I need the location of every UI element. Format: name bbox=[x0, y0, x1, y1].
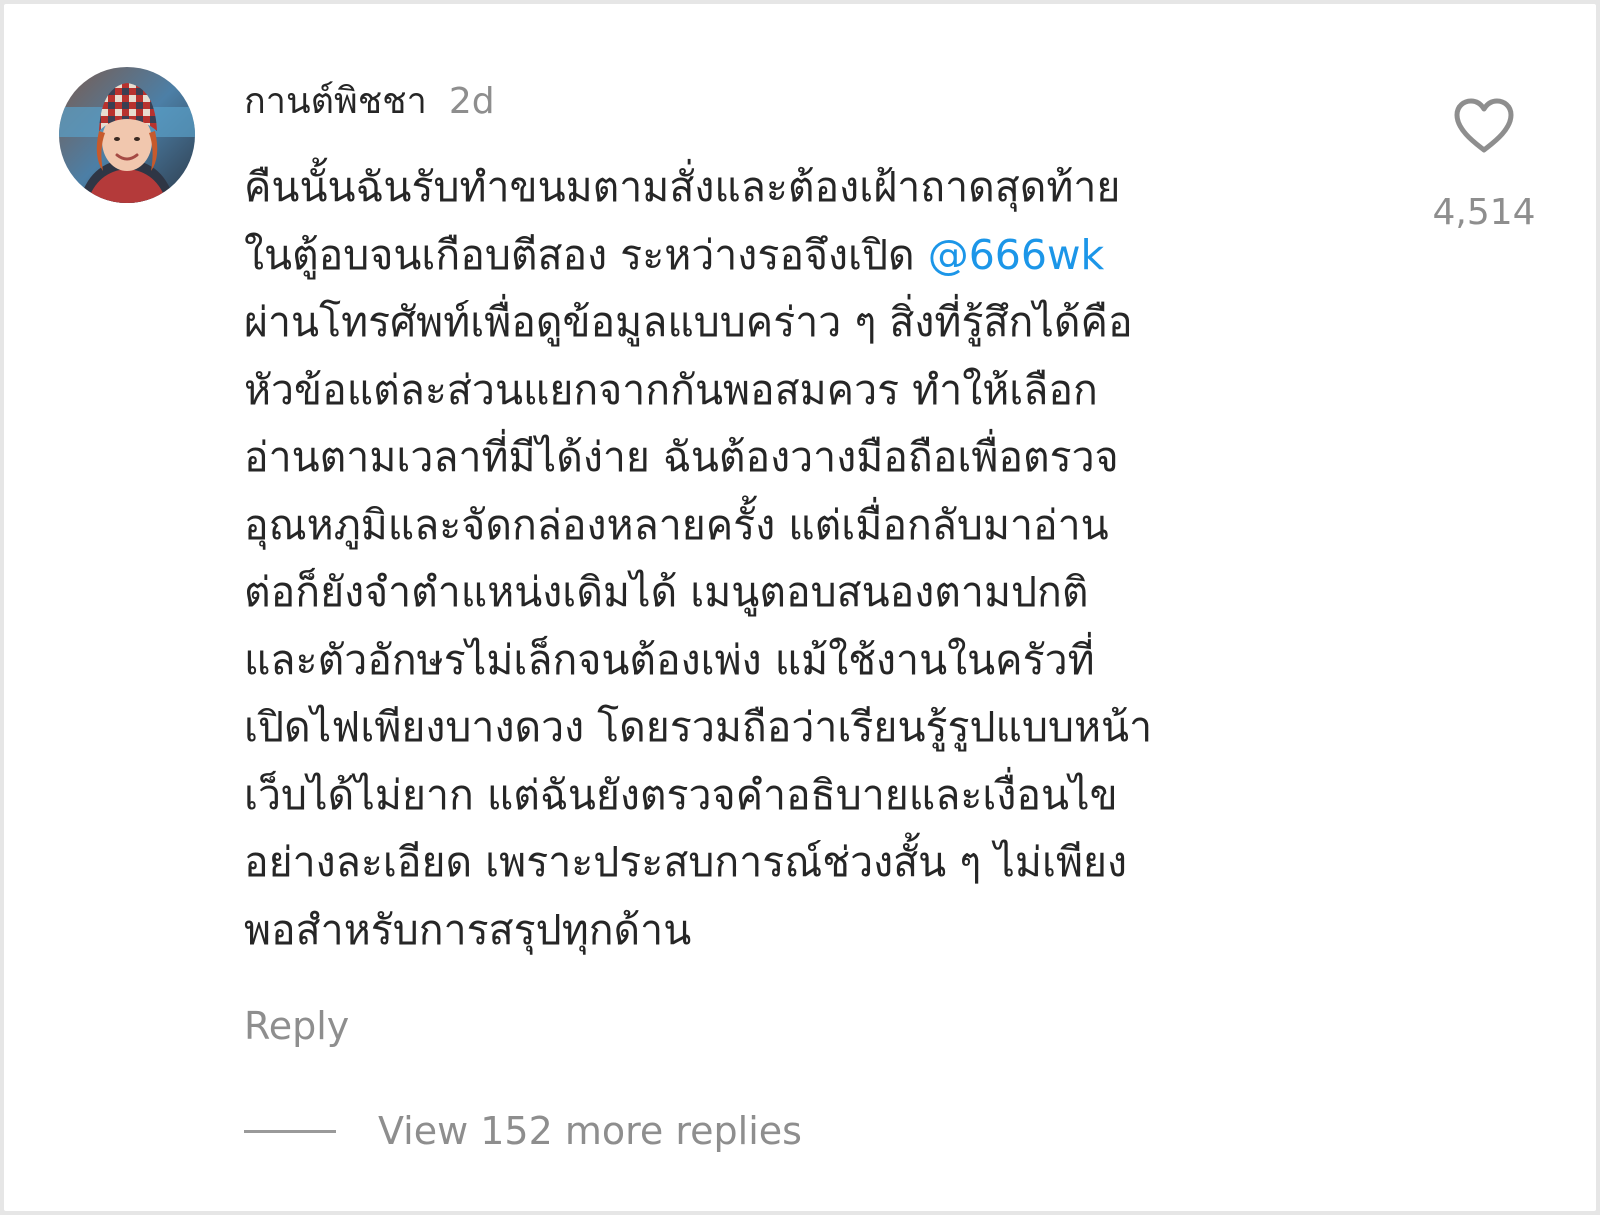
view-more-replies-button[interactable]: View 152 more replies bbox=[244, 1109, 802, 1153]
comment-line: ต่อก็ยังจำตำแหน่งเดิมได้ เมนูตอบสนองตามป… bbox=[244, 568, 1089, 616]
reply-button[interactable]: Reply bbox=[244, 1004, 349, 1048]
comment-line: คืนนั้นฉันรับทำขนมตามสั่งและต้องเฝ้าถาดส… bbox=[244, 163, 1121, 211]
timestamp: 2d bbox=[448, 81, 495, 122]
avatar[interactable] bbox=[59, 67, 195, 203]
comment-line: อย่างละเอียด เพราะประสบการณ์ช่วงสั้น ๆ ไ… bbox=[244, 838, 1128, 886]
view-replies-label: View 152 more replies bbox=[378, 1109, 802, 1153]
username[interactable]: กานต์พิชชา bbox=[244, 72, 427, 129]
comment-line: เว็บได้ไม่ยาก แต่ฉันยังตรวจคำอธิบายและเง… bbox=[244, 770, 1118, 819]
heart-outline-icon[interactable] bbox=[1451, 96, 1517, 156]
mention-link[interactable]: @666wk bbox=[928, 231, 1105, 279]
comment-text: คืนนั้นฉันรับทำขนมตามสั่งและต้องเฝ้าถาดส… bbox=[244, 154, 1354, 964]
comment-line: อ่านตามเวลาที่มีได้ง่าย ฉันต้องวางมือถือ… bbox=[244, 433, 1119, 481]
divider-line bbox=[244, 1129, 336, 1133]
comment-line: ผ่านโทรศัพท์เพื่อดูข้อมูลแบบคร่าว ๆ สิ่ง… bbox=[244, 298, 1133, 346]
avatar-photo-icon bbox=[59, 67, 195, 203]
comment-line: พอสำหรับการสรุปทุกด้าน bbox=[244, 905, 692, 954]
comment-line: หัวข้อแต่ละส่วนแยกจากกันพอสมควร ทำให้เลื… bbox=[244, 365, 1098, 414]
comment-line: และตัวอักษรไม่เล็กจนต้องเพ่ง แม้ใช้งานใน… bbox=[244, 635, 1095, 684]
like-area: 4,514 bbox=[1424, 96, 1544, 233]
comment-line: อุณหภูมิและจัดกล่องหลายครั้ง แต่เมื่อกลั… bbox=[244, 500, 1109, 549]
comment-line: เปิดไฟเพียงบางดวง โดยรวมถือว่าเรียนรู้รู… bbox=[244, 703, 1153, 751]
like-count: 4,514 bbox=[1432, 192, 1536, 233]
comment-line: ในตู้อบจนเกือบตีสอง ระหว่างรอจึงเปิด bbox=[244, 230, 928, 279]
comment-card: กานต์พิชชา 2d คืนนั้นฉันรับทำขนมตามสั่งแ… bbox=[4, 4, 1596, 1211]
comment-header: กานต์พิชชา 2d bbox=[244, 72, 495, 132]
